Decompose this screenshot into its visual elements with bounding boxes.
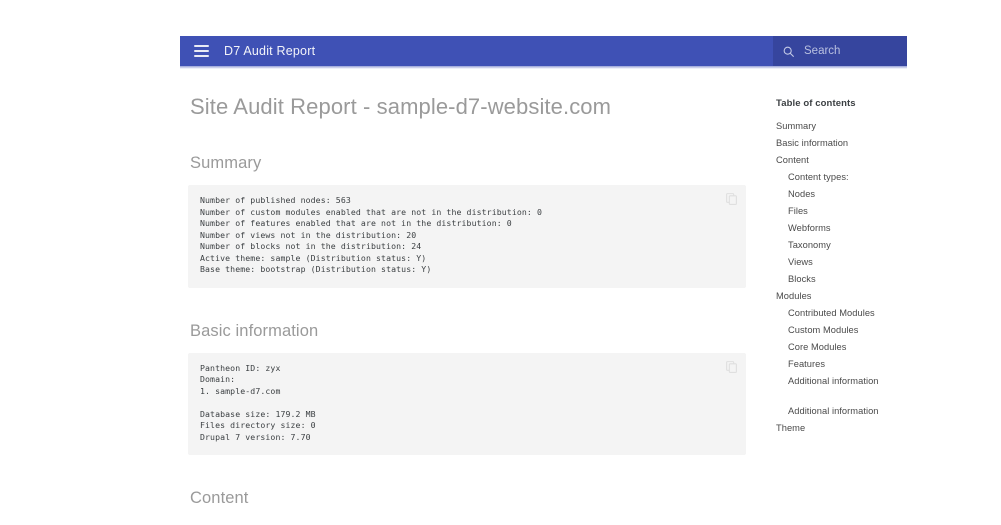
toc-item-theme[interactable]: Theme [776,420,906,437]
toc-spacer [776,390,906,403]
hamburger-line [193,55,209,57]
basic-information-code-text: Pantheon ID: zyx Domain: 1. sample-d7.co… [200,362,316,442]
toc-item-custom-modules[interactable]: Custom Modules [776,322,906,339]
toc-item-views[interactable]: Views [776,254,906,271]
search-input[interactable]: Search [773,36,907,66]
toc-item-modules[interactable]: Modules [776,288,906,305]
section-heading-summary: Summary [190,154,262,172]
screenshot-root: D7 Audit Report Search Site Audit Report… [0,0,1001,525]
copy-icon[interactable] [725,360,738,373]
toc-item-taxonomy[interactable]: Taxonomy [776,237,906,254]
table-of-contents: Table of contents Summary Basic informati… [776,98,906,437]
copy-icon[interactable] [725,192,738,205]
main-content: Site Audit Report - sample-d7-website.co… [188,76,768,525]
toc-item-core-modules[interactable]: Core Modules [776,339,906,356]
toc-item-content[interactable]: Content [776,152,906,169]
hamburger-line [193,50,209,52]
toc-item-summary[interactable]: Summary [776,118,906,135]
toc-item-basic-information[interactable]: Basic information [776,135,906,152]
toc-item-additional-information[interactable]: Additional information [776,403,906,420]
app-title: D7 Audit Report [224,44,316,58]
summary-code-block: Number of published nodes: 563 Number of… [188,185,746,288]
hamburger-menu-icon[interactable] [186,36,216,66]
toc-list: Summary Basic information Content Content t… [776,118,906,437]
toc-item-nodes[interactable]: Nodes [776,186,906,203]
toc-item-content-types[interactable]: Content types: [776,169,906,186]
toc-item-webforms[interactable]: Webforms [776,220,906,237]
search-icon [783,46,794,57]
page-title: Site Audit Report - sample-d7-website.co… [190,94,612,119]
section-heading-basic-information: Basic information [190,321,319,340]
toc-item-files[interactable]: Files [776,203,906,220]
basic-information-code-block: Pantheon ID: zyx Domain: 1. sample-d7.co… [188,352,746,455]
toc-title: Table of contents [776,98,856,109]
browser-viewport: D7 Audit Report Search Site Audit Report… [180,36,907,525]
app-bar: D7 Audit Report Search [180,36,907,66]
toc-item-additional-information[interactable]: Additional information [776,373,906,390]
search-placeholder: Search [804,45,841,57]
hamburger-line [193,45,209,47]
toc-item-features[interactable]: Features [776,356,906,373]
app-bar-shadow [180,66,907,69]
toc-item-blocks[interactable]: Blocks [776,271,906,288]
toc-item-contributed-modules[interactable]: Contributed Modules [776,305,906,322]
section-heading-content: Content [190,489,249,507]
summary-code-text: Number of published nodes: 563 Number of… [200,195,542,274]
